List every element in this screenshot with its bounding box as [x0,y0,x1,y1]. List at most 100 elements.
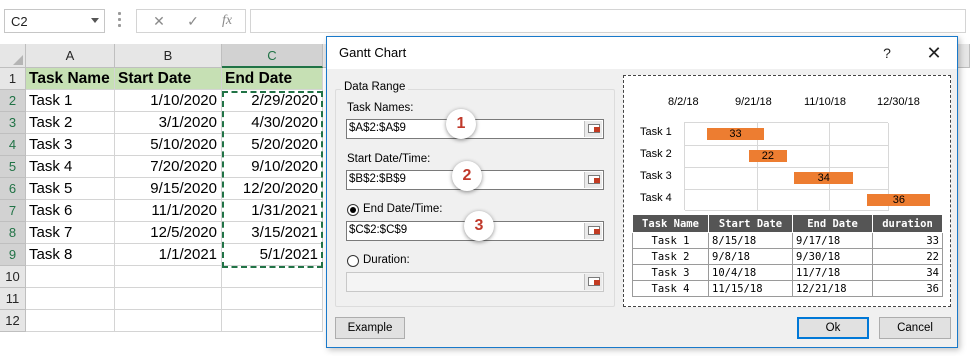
task-name-cell[interactable]: Task 6 [26,200,115,222]
start-date-cell[interactable]: 7/20/2020 [115,156,222,178]
formula-input[interactable] [250,9,966,33]
end-date-value: $C$2:$C$9 [349,224,408,236]
task-name-cell[interactable]: Task 8 [26,244,115,266]
row-header-1[interactable]: 1 [0,68,26,90]
row-header-10[interactable]: 10 [0,266,26,288]
start-date-cell[interactable]: 1/10/2020 [115,90,222,112]
row-header-6[interactable]: 6 [0,178,26,200]
row-header-3[interactable]: 3 [0,112,26,134]
end-date-cell[interactable]: 9/10/2020 [222,156,323,178]
range-select-icon[interactable] [584,172,602,188]
cancel-button[interactable]: Cancel [879,317,951,339]
select-all-button[interactable] [0,44,26,68]
end-date-cell[interactable]: 12/20/2020 [222,178,323,200]
empty-cell[interactable] [222,310,323,332]
duration-radio[interactable] [347,255,359,267]
preview-table-row: Task 3 10/4/18 11/7/18 34 [632,264,943,281]
column-header-a[interactable]: A [26,44,115,68]
empty-cell[interactable] [26,266,115,288]
task-name-cell[interactable]: Task 5 [26,178,115,200]
cancel-icon[interactable]: ✕ [145,11,173,31]
preview-cell: 11/15/18 [708,280,793,297]
range-select-icon[interactable] [584,223,602,239]
gantt-bar: 22 [748,150,788,162]
gantt-task-label: Task 2 [640,148,672,160]
start-date-cell[interactable]: 3/1/2020 [115,112,222,134]
preview-date-tick: 8/2/18 [668,96,699,108]
preview-cell: Task 2 [632,248,709,265]
range-select-icon[interactable] [584,121,602,137]
step-badge-3: 3 [464,211,494,241]
preview-cell: 33 [872,232,943,249]
end-date-cell[interactable]: 4/30/2020 [222,112,323,134]
chevron-down-icon[interactable] [91,18,99,23]
header-cell-task-name[interactable]: Task Name [26,68,115,90]
start-date-cell[interactable]: 11/1/2020 [115,200,222,222]
start-date-cell[interactable]: 5/10/2020 [115,134,222,156]
step-badge-1: 1 [446,109,476,139]
task-name-cell[interactable]: Task 4 [26,156,115,178]
preview-cell: Task 3 [632,264,709,281]
duration-label[interactable]: Duration: [363,254,410,266]
dialog-titlebar[interactable]: Gantt Chart ? ✕ [327,37,957,69]
gantt-task-label: Task 3 [640,170,672,182]
row-header-11[interactable]: 11 [0,288,26,310]
preview-cell: 11/7/18 [792,264,873,281]
end-date-label[interactable]: End Date/Time: [363,203,442,215]
empty-cell[interactable] [26,288,115,310]
end-date-cell[interactable]: 1/31/2021 [222,200,323,222]
column-header-c[interactable]: C [222,44,323,68]
end-date-cell[interactable]: 3/15/2021 [222,222,323,244]
header-cell-end-date[interactable]: End Date [222,68,323,90]
gantt-bar: 34 [794,172,854,184]
empty-cell[interactable] [222,288,323,310]
ok-button[interactable]: Ok [797,317,869,339]
dialog-body: Data Range Task Names: $A$2:$A$9 Start D… [327,69,957,347]
example-button[interactable]: Example [335,317,405,339]
empty-cell[interactable] [115,310,222,332]
start-date-value: $B$2:$B$9 [349,173,406,185]
start-date-cell[interactable]: 1/1/2021 [115,244,222,266]
preview-cell: 8/15/18 [708,232,793,249]
empty-cell[interactable] [115,288,222,310]
row-header-5[interactable]: 5 [0,156,26,178]
end-date-cell[interactable]: 2/29/2020 [222,90,323,112]
preview-date-tick: 9/21/18 [735,96,772,108]
task-name-cell[interactable]: Task 3 [26,134,115,156]
end-date-cell[interactable]: 5/1/2021 [222,244,323,266]
task-name-cell[interactable]: Task 7 [26,222,115,244]
empty-cell[interactable] [222,266,323,288]
duration-field[interactable] [346,272,604,292]
insert-function-icon[interactable]: fx [213,11,241,31]
close-button[interactable]: ✕ [919,41,949,65]
empty-cell[interactable] [115,266,222,288]
start-date-label: Start Date/Time: [347,153,431,165]
row-header-7[interactable]: 7 [0,200,26,222]
name-box[interactable]: C2 [4,9,105,33]
step-badge-2: 2 [452,161,482,191]
task-names-value: $A$2:$A$9 [349,122,406,134]
row-header-2[interactable]: 2 [0,90,26,112]
preview-col-header: Start Date [708,214,793,233]
start-date-cell[interactable]: 12/5/2020 [115,222,222,244]
row-header-8[interactable]: 8 [0,222,26,244]
row-header-9[interactable]: 9 [0,244,26,266]
end-date-radio[interactable] [347,204,359,216]
gantt-preview: 8/2/18 9/21/18 11/10/18 12/30/18 Task 1 … [623,75,951,307]
gantt-bar: 33 [706,128,765,140]
column-header-b[interactable]: B [115,44,222,68]
row-header-4[interactable]: 4 [0,134,26,156]
task-name-cell[interactable]: Task 1 [26,90,115,112]
header-cell-start-date[interactable]: Start Date [115,68,222,90]
end-date-cell[interactable]: 5/20/2020 [222,134,323,156]
row-header-12[interactable]: 12 [0,310,26,332]
help-button[interactable]: ? [873,41,901,65]
task-name-cell[interactable]: Task 2 [26,112,115,134]
preview-table: Task Name Start Date End Date duration T… [632,214,943,297]
range-select-icon[interactable] [584,274,602,290]
empty-cell[interactable] [26,310,115,332]
start-date-cell[interactable]: 9/15/2020 [115,178,222,200]
gantt-chart-dialog: Gantt Chart ? ✕ Data Range Task Names: $… [326,36,958,348]
enter-icon[interactable]: ✓ [179,11,207,31]
drag-handle-icon[interactable] [118,12,122,30]
